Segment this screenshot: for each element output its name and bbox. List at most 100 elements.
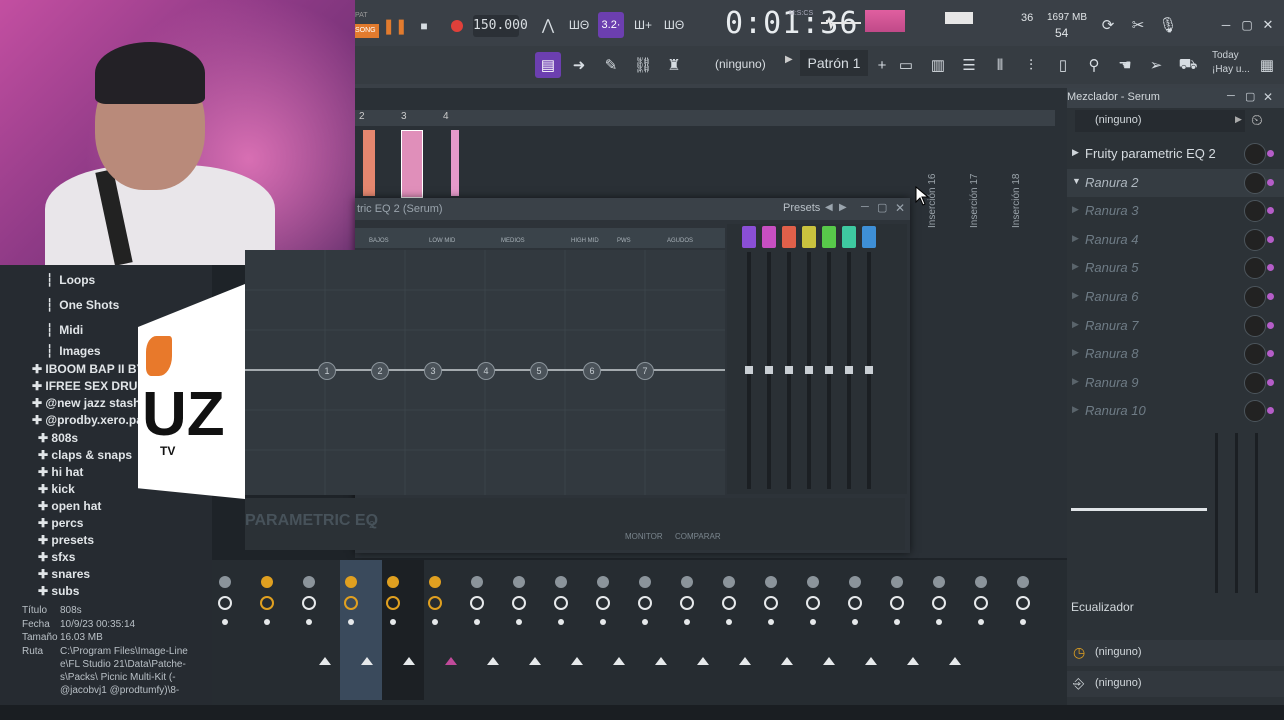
- mixer-eq-curve[interactable]: [1071, 508, 1207, 511]
- browser-item[interactable]: ✚ 808s: [38, 431, 78, 448]
- folder-one-shots[interactable]: ┆ One Shots: [46, 298, 119, 315]
- browser-item[interactable]: ✚ snares: [38, 567, 90, 584]
- playlist-ruler[interactable]: 2 3 4: [355, 110, 1055, 126]
- browser-item[interactable]: ✚ claps & snaps: [38, 448, 132, 465]
- mix-knob[interactable]: [1244, 257, 1266, 280]
- today-message[interactable]: ¡Hay u...: [1212, 64, 1250, 75]
- browser-item[interactable]: ✚ percs: [38, 516, 83, 533]
- channel-pan-knob[interactable]: [933, 576, 945, 588]
- shop-icon[interactable]: ⛟: [1175, 52, 1201, 78]
- slot-enable-led[interactable]: [1267, 378, 1274, 386]
- browser-item[interactable]: ✚ hi hat: [38, 465, 83, 482]
- preset-next-icon[interactable]: ▶: [839, 202, 847, 213]
- channel-clock-icon[interactable]: [596, 596, 610, 610]
- countdown-icon[interactable]: 3.2·: [598, 12, 624, 38]
- channel-pan-knob[interactable]: [891, 576, 903, 588]
- channel-mute-led[interactable]: [810, 619, 816, 625]
- eq-minimize-icon[interactable]: ─: [861, 201, 869, 213]
- channel-pan-knob[interactable]: [555, 576, 567, 588]
- mixer-slot[interactable]: ▶ Ranura 9: [1067, 369, 1284, 397]
- channel-mute-led[interactable]: [390, 619, 396, 625]
- eq-maximize-icon[interactable]: ▢: [877, 201, 887, 214]
- pause-icon[interactable]: ❚❚: [382, 13, 408, 39]
- eq-title-bar[interactable]: tric EQ 2 (Serum) Presets ◀ ▶ ─ ▢ ✕: [355, 198, 910, 220]
- band-slider-handle[interactable]: [825, 366, 833, 374]
- close-icon[interactable]: ✕: [1255, 12, 1281, 38]
- folder-images[interactable]: ┆ Images: [46, 344, 101, 361]
- band-slider-cap[interactable]: [862, 226, 876, 248]
- band-slider-handle[interactable]: [845, 366, 853, 374]
- channel-route-arrow[interactable]: [487, 657, 499, 665]
- add-pattern-icon[interactable]: +: [869, 52, 895, 78]
- mixer-input-route[interactable]: ◷ (ninguno): [1067, 640, 1284, 666]
- channel-route-arrow[interactable]: [529, 657, 541, 665]
- slot-enable-led[interactable]: [1267, 407, 1274, 415]
- channel-pan-knob[interactable]: [219, 576, 231, 588]
- playlist-clip[interactable]: [451, 130, 459, 196]
- channel-clock-icon[interactable]: [680, 596, 694, 610]
- mixer-slot[interactable]: ▶ Ranura 8: [1067, 340, 1284, 368]
- pattern-selector[interactable]: Patrón 1: [800, 50, 868, 76]
- mix-knob[interactable]: [1244, 371, 1266, 394]
- band-slider-handle[interactable]: [785, 366, 793, 374]
- mixer-title-bar[interactable]: Mezclador - Serum ─ ▢ ✕: [1067, 88, 1284, 108]
- chevron-right-icon[interactable]: ▶: [1072, 376, 1079, 387]
- mix-knob[interactable]: [1244, 143, 1266, 165]
- mixer-slot[interactable]: ▶ Ranura 10: [1067, 397, 1284, 425]
- slot-enable-led[interactable]: [1267, 235, 1274, 243]
- chevron-right-icon[interactable]: ▶: [1072, 261, 1079, 272]
- channel-mute-led[interactable]: [474, 619, 480, 625]
- channel-rack-icon[interactable]: ☰: [956, 52, 982, 78]
- channel-clock-icon[interactable]: [1016, 596, 1030, 610]
- mixer-fader-track[interactable]: [1235, 433, 1238, 593]
- channel-route-arrow[interactable]: [907, 657, 919, 665]
- mixer-minimize-icon[interactable]: ─: [1227, 90, 1235, 102]
- pattern-prev-arrow[interactable]: ▶: [785, 54, 795, 74]
- mixer-preset-selector[interactable]: (ninguno) ▶: [1075, 110, 1245, 132]
- channel-pan-knob[interactable]: [429, 576, 441, 588]
- chevron-right-icon[interactable]: ▶: [1072, 347, 1079, 358]
- channel-pan-knob[interactable]: [387, 576, 399, 588]
- channel-pan-knob[interactable]: [765, 576, 777, 588]
- channel-clock-icon[interactable]: [806, 596, 820, 610]
- brush-icon[interactable]: ✎: [598, 52, 624, 78]
- browser-item[interactable]: ✚ subs: [38, 584, 79, 601]
- channel-mute-led[interactable]: [600, 619, 606, 625]
- wait-input-icon[interactable]: ШΘ: [566, 12, 592, 38]
- channel-route-arrow[interactable]: [571, 657, 583, 665]
- band-slider-cap[interactable]: [822, 226, 836, 248]
- channel-route-arrow[interactable]: [865, 657, 877, 665]
- channel-route-arrow[interactable]: [403, 657, 415, 665]
- browser-item[interactable]: ✚ kick: [38, 482, 75, 499]
- browser-item[interactable]: ✚ sfxs: [38, 550, 75, 567]
- channel-pan-knob[interactable]: [597, 576, 609, 588]
- record-button[interactable]: [444, 13, 470, 39]
- insert-label[interactable]: Inserción 17: [969, 174, 980, 228]
- band-slider-handle[interactable]: [865, 366, 873, 374]
- link-icon[interactable]: ⛓: [630, 52, 656, 78]
- channel-route-arrow[interactable]: [319, 657, 331, 665]
- plugin-icon[interactable]: ⚲: [1081, 52, 1107, 78]
- channel-mute-led[interactable]: [852, 619, 858, 625]
- eq-band-handle[interactable]: 6: [583, 362, 601, 380]
- channel-pan-knob[interactable]: [1017, 576, 1029, 588]
- band-slider-cap[interactable]: [842, 226, 856, 248]
- channel-route-arrow[interactable]: [739, 657, 751, 665]
- channel-mute-led[interactable]: [306, 619, 312, 625]
- band-slider-cap[interactable]: [762, 226, 776, 248]
- folder-midi[interactable]: ┆ Midi: [46, 323, 83, 340]
- channel-pan-knob[interactable]: [345, 576, 357, 588]
- channel-clock-icon[interactable]: [386, 596, 400, 610]
- slot-enable-led[interactable]: [1267, 150, 1274, 157]
- channel-clock-icon[interactable]: [932, 596, 946, 610]
- channel-clock-icon[interactable]: [302, 596, 316, 610]
- band-slider-handle[interactable]: [745, 366, 753, 374]
- microphone-icon[interactable]: 🎙: [1155, 12, 1181, 38]
- channel-route-arrow[interactable]: [445, 657, 457, 665]
- browser-item[interactable]: ✚ presets: [38, 533, 94, 550]
- mixer-slot[interactable]: ▶ Ranura 5: [1067, 254, 1284, 282]
- reload-icon[interactable]: ⟳: [1095, 12, 1121, 38]
- tools-icon[interactable]: ✂: [1125, 12, 1151, 38]
- eq-band-handle[interactable]: 3: [424, 362, 442, 380]
- channel-clock-icon[interactable]: [848, 596, 862, 610]
